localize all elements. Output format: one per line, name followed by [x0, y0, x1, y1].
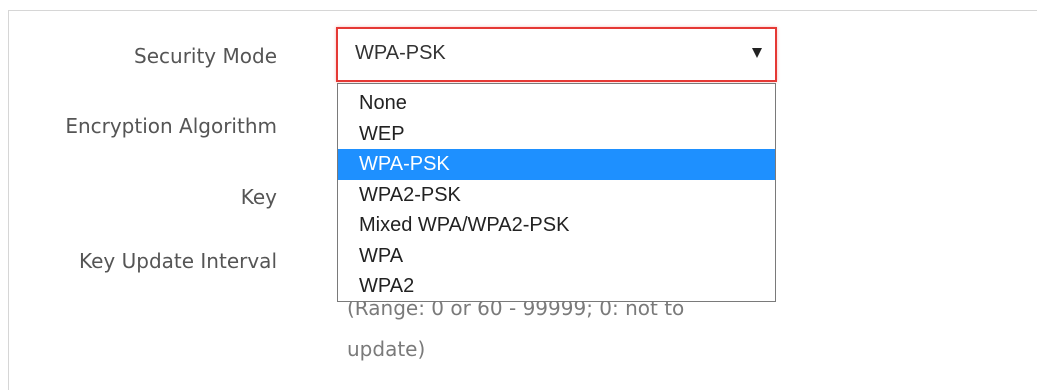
encryption-algorithm-label: Encryption Algorithm: [65, 114, 277, 138]
security-mode-label: Security Mode: [134, 44, 277, 68]
option-wep[interactable]: WEP: [338, 119, 775, 150]
dropdown-arrow-icon[interactable]: [752, 48, 762, 58]
security-mode-selected-value: WPA-PSK: [355, 42, 446, 64]
option-wpa-psk[interactable]: WPA-PSK: [338, 149, 775, 180]
key-update-interval-hint-line2: update): [347, 337, 426, 361]
option-mixed-wpa-wpa2-psk[interactable]: Mixed WPA/WPA2-PSK: [338, 210, 775, 241]
key-label: Key: [240, 185, 277, 209]
option-wpa2-psk[interactable]: WPA2-PSK: [338, 180, 775, 211]
key-update-interval-label: Key Update Interval: [79, 249, 277, 273]
option-wpa2[interactable]: WPA2: [338, 271, 775, 302]
option-none[interactable]: None: [338, 88, 775, 119]
option-wpa[interactable]: WPA: [338, 241, 775, 272]
security-mode-dropdown-list[interactable]: None WEP WPA-PSK WPA2-PSK Mixed WPA/WPA2…: [337, 83, 776, 302]
security-mode-select[interactable]: WPA-PSK: [336, 27, 777, 82]
